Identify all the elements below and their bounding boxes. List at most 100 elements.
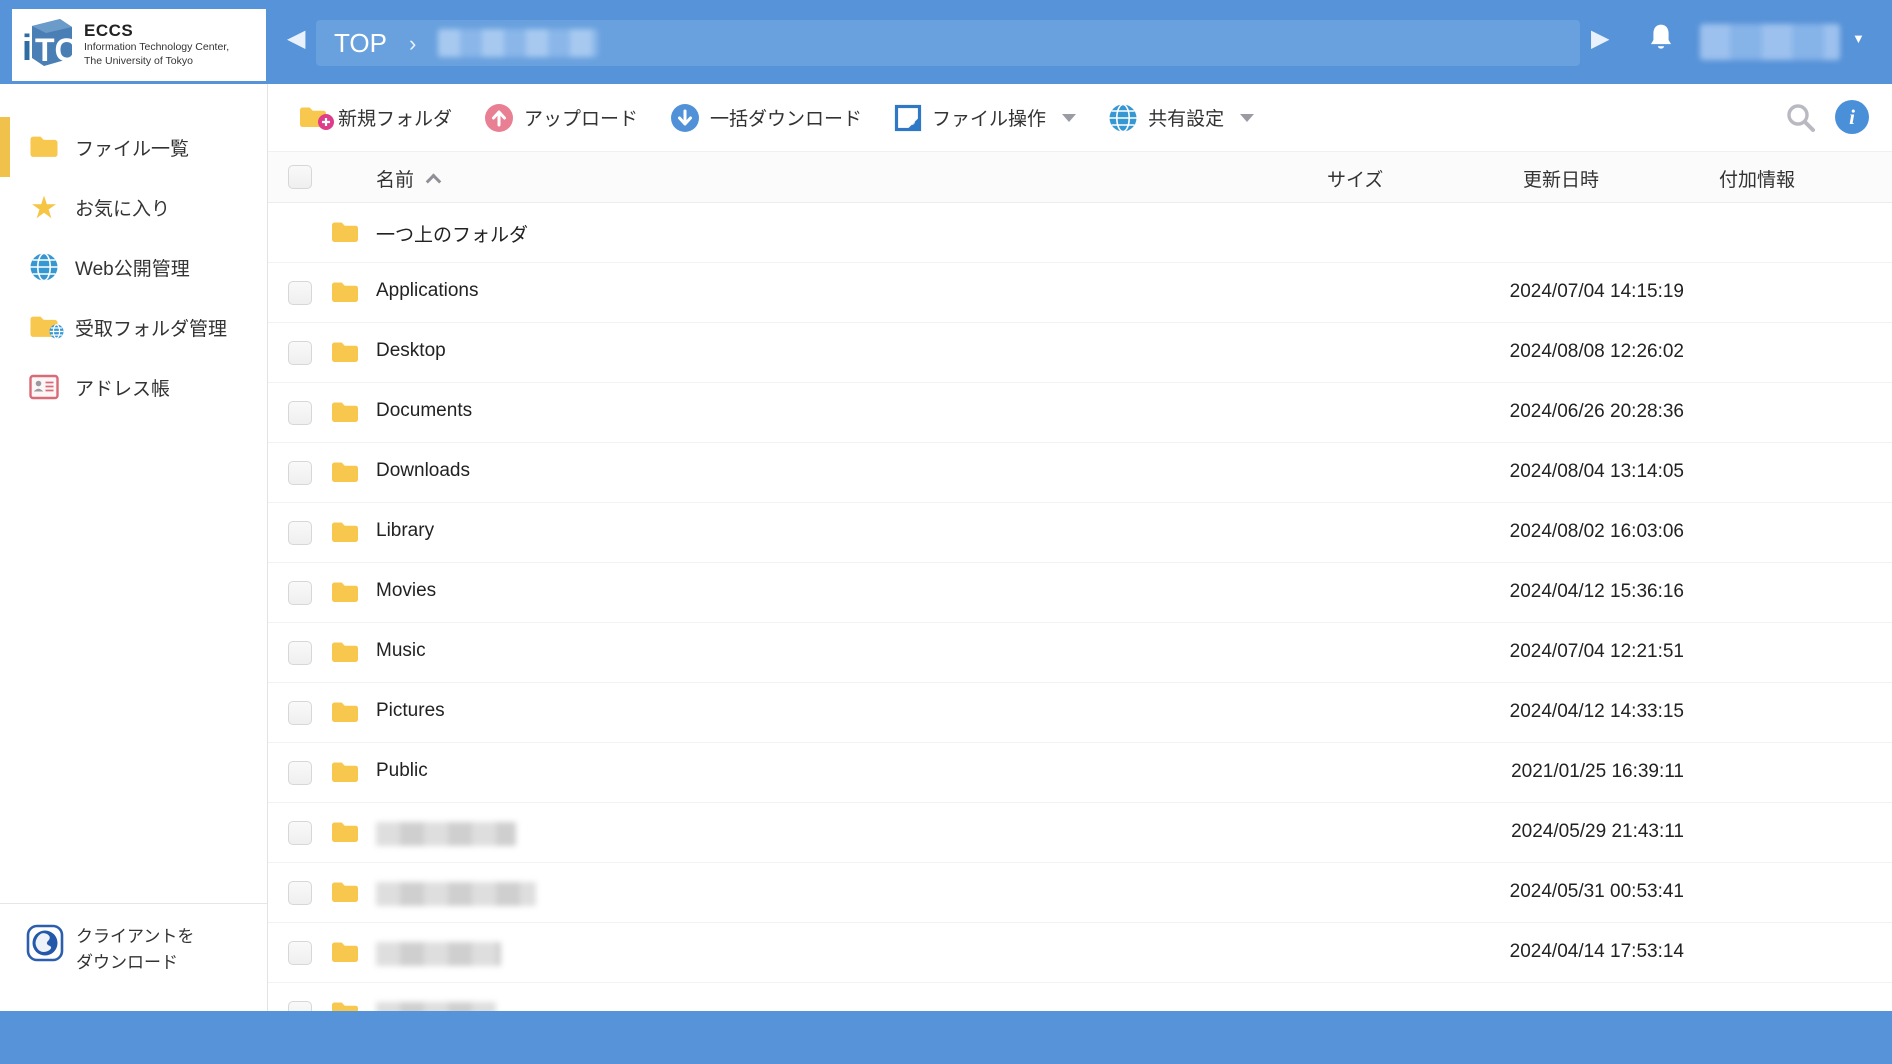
svg-text:i: i — [22, 27, 32, 68]
row-checkbox[interactable] — [288, 641, 312, 665]
parent-folder-name[interactable]: 一つ上のフォルダ — [376, 220, 528, 247]
table-body: Applications 2024/07/04 14:15:19 Desktop… — [268, 263, 1892, 1011]
row-checkbox[interactable] — [288, 521, 312, 545]
row-name[interactable]: Public — [376, 760, 428, 782]
row-checkbox[interactable] — [288, 761, 312, 785]
table-row[interactable]: 2024/04/14 17:53:14 — [268, 923, 1892, 983]
row-modified: 2021/01/25 16:39:11 — [1418, 761, 1684, 783]
table-row[interactable]: Downloads 2024/08/04 13:14:05 — [268, 443, 1892, 503]
upload-label: アップロード — [524, 104, 638, 131]
toolbar: 新規フォルダ アップロード 一括ダウンロード — [268, 84, 1892, 151]
row-name[interactable]: Movies — [376, 580, 436, 602]
column-header-name[interactable]: 名前 — [376, 165, 439, 192]
table-header: 名前 サイズ 更新日時 付加情報 — [268, 151, 1892, 203]
row-checkbox[interactable] — [288, 341, 312, 365]
row-checkbox[interactable] — [288, 1001, 312, 1011]
top-bar: i TC ECCS Information Technology Center,… — [0, 0, 1892, 84]
sidebar-item-receive-folder[interactable]: 受取フォルダ管理 — [0, 297, 267, 357]
breadcrumb-current-folder-redacted[interactable] — [438, 29, 598, 57]
file-operations-caret-icon — [1062, 114, 1076, 122]
column-header-size[interactable]: サイズ — [1327, 165, 1383, 192]
row-modified: 2024/05/31 00:53:41 — [1418, 881, 1684, 903]
upload-icon — [484, 103, 514, 133]
folder-icon — [330, 520, 360, 550]
row-checkbox[interactable] — [288, 581, 312, 605]
row-checkbox[interactable] — [288, 281, 312, 305]
sidebar-item-file-list[interactable]: ファイル一覧 — [0, 117, 267, 177]
footer-bar — [0, 1011, 1892, 1064]
download-client-link[interactable]: クライアントを ダウンロード — [0, 903, 267, 977]
download-client-label-2: ダウンロード — [76, 950, 194, 976]
folder-icon — [330, 1000, 360, 1011]
row-name[interactable]: Documents — [376, 400, 472, 422]
batch-download-button[interactable]: 一括ダウンロード — [670, 103, 862, 133]
row-name[interactable]: Desktop — [376, 340, 446, 362]
folder-icon — [330, 340, 360, 370]
redacted-name[interactable] — [376, 942, 501, 966]
table-row[interactable]: 2024/05/29 21:43:11 — [268, 803, 1892, 863]
row-name[interactable]: Music — [376, 640, 426, 662]
row-name[interactable]: Pictures — [376, 700, 445, 722]
table-row[interactable]: 2024/05/31 00:53:41 — [268, 863, 1892, 923]
column-header-extra-info[interactable]: 付加情報 — [1719, 165, 1795, 192]
row-checkbox[interactable] — [288, 401, 312, 425]
sidebar-item-address-book[interactable]: アドレス帳 — [0, 357, 267, 417]
table-row[interactable]: Documents 2024/06/26 20:28:36 — [268, 383, 1892, 443]
sidebar-item-favorites[interactable]: ★ お気に入り — [0, 177, 267, 237]
folder-icon — [330, 280, 360, 310]
file-list: 名前 サイズ 更新日時 付加情報 一つ上のフォルダ Applications 2… — [268, 151, 1892, 1011]
file-operations-icon — [894, 104, 922, 132]
row-modified: 2024/04/12 15:36:16 — [1418, 581, 1684, 603]
row-checkbox[interactable] — [288, 821, 312, 845]
sidebar-item-label: Web公開管理 — [75, 254, 190, 281]
row-modified: 2024/08/04 13:14:05 — [1418, 461, 1684, 483]
sidebar-item-label: お気に入り — [75, 194, 170, 221]
row-checkbox[interactable] — [288, 461, 312, 485]
logo-org-name: ECCS — [84, 21, 229, 41]
row-modified: 2024/05/29 21:43:11 — [1418, 821, 1684, 843]
row-modified: 2024/07/04 12:21:51 — [1418, 641, 1684, 663]
sidebar-item-web-publish[interactable]: Web公開管理 — [0, 237, 267, 297]
table-row[interactable]: Music 2024/07/04 12:21:51 — [268, 623, 1892, 683]
parent-folder-row[interactable]: 一つ上のフォルダ — [268, 203, 1892, 263]
select-all-checkbox[interactable] — [288, 165, 312, 189]
table-row[interactable] — [268, 983, 1892, 1011]
column-name-label: 名前 — [376, 165, 414, 192]
share-settings-button[interactable]: 共有設定 — [1108, 103, 1254, 133]
notifications-bell-icon[interactable] — [1647, 22, 1675, 59]
row-checkbox[interactable] — [288, 881, 312, 905]
row-modified: 2024/07/04 14:15:19 — [1418, 281, 1684, 303]
redacted-name[interactable] — [376, 882, 536, 906]
sidebar-item-label: ファイル一覧 — [75, 134, 189, 161]
breadcrumb-top-link[interactable]: TOP — [334, 28, 387, 59]
row-name[interactable]: Library — [376, 520, 434, 542]
redacted-name[interactable] — [376, 1002, 496, 1011]
column-header-modified[interactable]: 更新日時 — [1523, 165, 1599, 192]
search-icon[interactable] — [1784, 101, 1818, 140]
table-row[interactable]: Pictures 2024/04/12 14:33:15 — [268, 683, 1892, 743]
table-row[interactable]: Movies 2024/04/12 15:36:16 — [268, 563, 1892, 623]
info-icon[interactable]: i — [1834, 99, 1870, 140]
upload-button[interactable]: アップロード — [484, 103, 638, 133]
table-row[interactable]: Public 2021/01/25 16:39:11 — [268, 743, 1892, 803]
batch-download-icon — [670, 103, 700, 133]
breadcrumb-forward-icon[interactable]: ▶ — [1591, 27, 1609, 51]
row-name[interactable]: Downloads — [376, 460, 470, 482]
table-row[interactable]: Library 2024/08/02 16:03:06 — [268, 503, 1892, 563]
client-app-globe-icon — [26, 924, 64, 967]
file-operations-label: ファイル操作 — [932, 104, 1046, 131]
row-name[interactable]: Applications — [376, 280, 478, 302]
folder-icon — [330, 940, 360, 970]
new-folder-button[interactable]: 新規フォルダ — [298, 104, 452, 131]
logo-subtitle-2: The University of Tokyo — [84, 55, 229, 69]
user-name-redacted[interactable] — [1700, 24, 1840, 60]
file-operations-button[interactable]: ファイル操作 — [894, 104, 1076, 132]
row-checkbox[interactable] — [288, 941, 312, 965]
row-checkbox[interactable] — [288, 701, 312, 725]
table-row[interactable]: Applications 2024/07/04 14:15:19 — [268, 263, 1892, 323]
svg-text:TC: TC — [35, 32, 76, 68]
table-row[interactable]: Desktop 2024/08/08 12:26:02 — [268, 323, 1892, 383]
user-menu-caret-icon[interactable]: ▼ — [1852, 31, 1865, 46]
redacted-name[interactable] — [376, 822, 516, 846]
breadcrumb-back-icon[interactable]: ◀ — [287, 27, 305, 51]
